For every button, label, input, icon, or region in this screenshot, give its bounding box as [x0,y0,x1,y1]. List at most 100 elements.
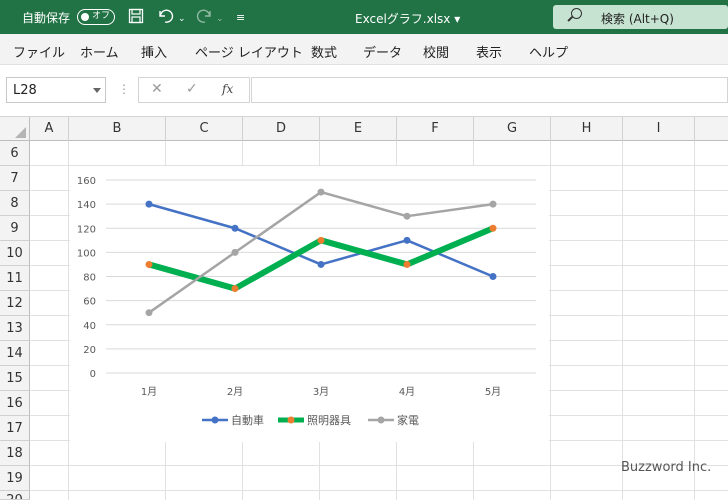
chart-canvas: 0 20 40 60 80 100 120 140 160 1月 2月 3月 4月 5月自動車 照明器具 家電 [77,176,536,427]
tab-formulas[interactable]: 数式 [311,42,337,61]
formula-bar: L28 ⋮ ✕ ✓ fx [0,65,728,117]
column-header-g[interactable]: G [474,117,551,141]
x-tick-label: 4月 [399,386,415,398]
undo-icon[interactable] [157,8,175,28]
data-point [489,200,497,208]
y-tick-label: 160 [77,176,96,187]
gridline [550,141,551,500]
legend-marker [211,416,219,424]
column-header-e[interactable]: E [320,117,397,141]
column-header-b[interactable]: B [69,117,166,141]
y-tick-label: 0 [90,369,96,380]
data-point [317,236,325,244]
x-tick-label: 3月 [313,386,329,398]
formula-input[interactable] [251,77,728,103]
row-header-14[interactable]: 14 [0,341,30,366]
save-icon[interactable] [128,8,144,28]
row-header-13[interactable]: 13 [0,316,30,341]
search-label: 検索 (Alt+Q) [601,12,674,26]
redo-icon[interactable] [195,8,213,28]
y-tick-label: 140 [77,200,96,211]
row-header-10[interactable]: 10 [0,241,30,266]
toggle-knob [81,12,89,21]
autosave-label: 自動保存 [22,11,71,25]
search-box[interactable]: 検索 (Alt+Q) [553,5,728,29]
legend-label: 家電 [397,413,419,427]
data-point [231,224,239,232]
tab-review[interactable]: 校閲 [423,42,449,61]
legend-marker [377,416,385,424]
chevron-down-icon[interactable] [93,88,101,93]
watermark: Buzzword Inc. [621,460,712,475]
data-point [403,260,411,268]
tab-home[interactable]: ホーム [80,42,119,61]
column-header-d[interactable]: D [243,117,320,141]
row-header-17[interactable]: 17 [0,416,30,441]
y-tick-label: 60 [83,297,96,308]
undo-dropdown-icon[interactable]: ⌄ [178,11,186,27]
data-point [489,273,497,280]
column-header-f[interactable]: F [397,117,474,141]
tab-view[interactable]: 表示 [476,42,502,61]
insert-function-icon[interactable]: fx [222,82,233,96]
data-point [403,212,411,220]
cancel-icon[interactable]: ✕ [151,81,163,97]
row-header-7[interactable]: 7 [0,166,30,191]
search-icon [571,8,582,19]
column-header-h[interactable]: H [551,117,623,141]
row-header-15[interactable]: 15 [0,366,30,391]
data-point [231,285,239,293]
row-header-9[interactable]: 9 [0,216,30,241]
data-point [145,200,153,208]
enter-icon[interactable]: ✓ [186,81,198,97]
column-header-c[interactable]: C [166,117,243,141]
row-header-12[interactable]: 12 [0,291,30,316]
row-header-6[interactable]: 6 [0,141,30,166]
legend-label: 自動車 [231,413,264,427]
autosave-toggle[interactable]: オフ [77,9,115,25]
customize-qat-icon[interactable]: ≡ [236,10,245,26]
gridline [68,141,69,500]
gridline [30,490,728,491]
tab-data[interactable]: データ [363,42,402,61]
legend-marker [287,416,295,424]
data-point [489,224,497,232]
name-box[interactable]: L28 [6,77,106,103]
row-header-19[interactable]: 19 [0,466,30,491]
formula-buttons: ✕ ✓ fx [138,77,250,103]
select-all-button[interactable] [0,117,30,141]
gridline [694,141,695,500]
x-tick-label: 1月 [141,386,157,398]
data-point [317,260,325,268]
more-options-icon[interactable]: ⋮ [118,82,130,96]
legend-label: 照明器具 [307,414,351,427]
y-tick-label: 40 [83,321,96,332]
tab-file[interactable]: ファイル [13,42,65,61]
line-chart[interactable]: 0 20 40 60 80 100 120 140 160 1月 2月 3月 4月 5月自動車 照明器具 家電 [70,166,549,442]
tab-page-layout[interactable]: ページ レイアウト [195,42,303,61]
column-header-a[interactable]: A [30,117,69,141]
tab-insert[interactable]: 挿入 [141,42,167,61]
data-point [231,248,239,256]
row-header-8[interactable]: 8 [0,191,30,216]
y-tick-label: 120 [77,224,96,235]
row-header-18[interactable]: 18 [0,441,30,466]
row-header-20[interactable]: 20 [0,491,30,500]
file-name[interactable]: Excelグラフ.xlsx ▾ [355,10,460,27]
title-bar: 自動保存 オフ ⌄ ⌄ ≡ Excelグラフ.xlsx ▾ 検索 (Alt+Q) [0,0,728,34]
column-header-i[interactable]: I [623,117,695,141]
ribbon-tabs: ファイル ホーム 挿入 ページ レイアウト 数式 データ 校閲 表示 ヘルプ [0,34,728,65]
y-tick-label: 80 [83,273,96,284]
row-header-16[interactable]: 16 [0,391,30,416]
y-tick-label: 100 [77,248,96,259]
data-point [145,309,153,317]
redo-dropdown-icon[interactable]: ⌄ [216,11,224,27]
row-header-11[interactable]: 11 [0,266,30,291]
x-tick-label: 5月 [485,386,501,398]
column-headers: A B C D E F G H I [0,117,728,141]
data-point [317,188,325,196]
data-point [403,236,411,244]
y-tick-label: 20 [83,345,96,356]
x-tick-label: 2月 [227,386,243,398]
tab-help[interactable]: ヘルプ [529,42,568,61]
